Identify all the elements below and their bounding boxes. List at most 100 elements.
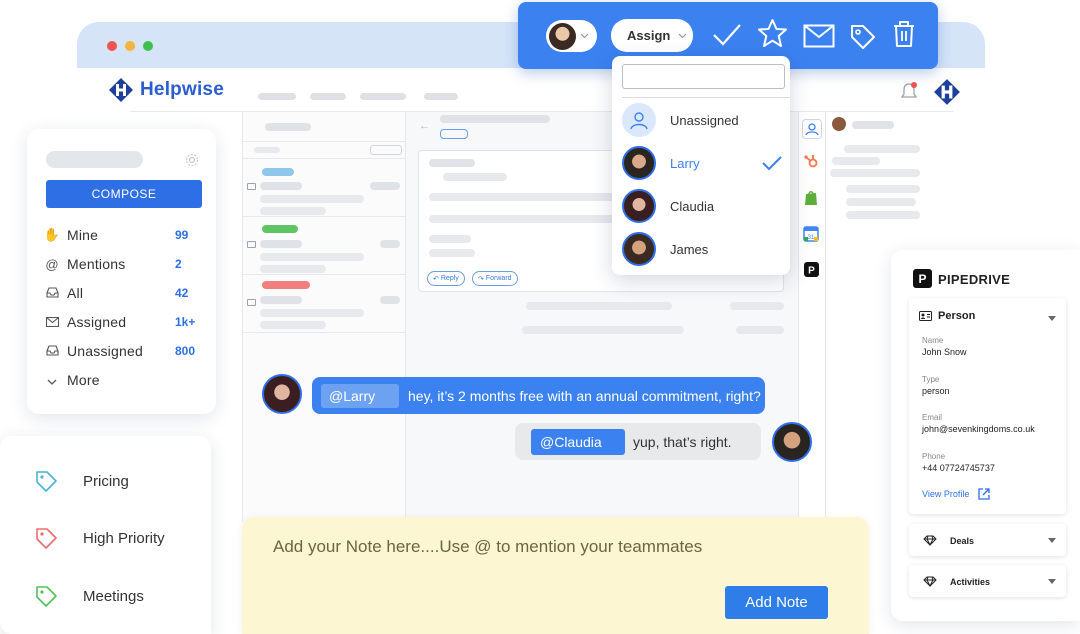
- person-section: Person Name John Snow Type person Email …: [909, 298, 1066, 514]
- diamond-icon: [923, 535, 937, 546]
- field-label: Name: [922, 336, 944, 345]
- nav-item-mentions[interactable]: @ Mentions 2: [43, 253, 203, 275]
- chat-message-text: yup, that’s right.: [633, 433, 732, 450]
- chevron-down-icon: [43, 373, 61, 388]
- assignee-search-input[interactable]: [622, 64, 785, 89]
- assign-option-unassigned[interactable]: Unassigned: [622, 102, 782, 138]
- avatar: [622, 146, 656, 180]
- assign-option-larry[interactable]: Larry: [622, 145, 782, 181]
- hand-icon: ✋: [43, 227, 61, 242]
- mail-icon[interactable]: [803, 24, 835, 48]
- field-label: Phone: [922, 452, 946, 461]
- header-menu-1[interactable]: [258, 93, 296, 100]
- assign-option-label: Unassigned: [670, 112, 739, 128]
- brand-name: Helpwise: [140, 79, 224, 100]
- nav-item-label: Mine: [67, 227, 99, 243]
- nav-item-assigned[interactable]: Assigned 1k+: [43, 311, 203, 333]
- internal-note-composer: Add your Note here....Use @ to mention y…: [242, 517, 869, 634]
- svg-text:P: P: [808, 266, 815, 277]
- window-close-dot[interactable]: [107, 41, 117, 51]
- header-menu-3[interactable]: [360, 93, 406, 100]
- field-value: +44 07724745737: [922, 463, 995, 473]
- user-placeholder-icon: [622, 103, 656, 137]
- reply-button[interactable]: ↶ Reply: [427, 271, 465, 286]
- list-item[interactable]: [242, 274, 406, 332]
- assign-option-james[interactable]: James: [622, 231, 782, 267]
- header-menu-2[interactable]: [310, 93, 346, 100]
- assignee-avatar-selector[interactable]: [546, 20, 597, 52]
- google-calendar-icon[interactable]: 31: [803, 226, 819, 242]
- settings-gear-icon[interactable]: [185, 153, 199, 167]
- nav-item-label: More: [67, 372, 100, 388]
- assign-option-label: Claudia: [670, 198, 715, 214]
- diamond-icon: [923, 576, 937, 587]
- field-value: John Snow: [922, 347, 967, 357]
- inbox-icon: [43, 286, 61, 301]
- nav-item-unassigned[interactable]: Unassigned 800: [43, 340, 203, 362]
- pipedrive-panel: P PIPEDRIVE Person Name John Snow Type p…: [891, 250, 1080, 621]
- tag-pricing[interactable]: Pricing: [34, 469, 129, 494]
- list-item[interactable]: [242, 216, 406, 274]
- hubspot-icon[interactable]: [803, 153, 819, 169]
- check-icon[interactable]: [712, 22, 742, 48]
- chevron-down-icon[interactable]: [1048, 316, 1056, 321]
- tag-icon: [36, 528, 57, 549]
- tag-meetings[interactable]: Meetings: [34, 584, 144, 609]
- add-note-button[interactable]: Add Note: [725, 586, 828, 619]
- mention-chip[interactable]: @Larry: [321, 383, 399, 408]
- nav-item-label: All: [67, 285, 84, 301]
- assign-option-label: Larry: [670, 155, 700, 171]
- view-profile-link[interactable]: View Profile: [922, 487, 991, 501]
- assign-dropdown-button[interactable]: Assign: [611, 19, 693, 52]
- tag-icon[interactable]: [850, 24, 876, 50]
- window-minimize-dot[interactable]: [125, 41, 135, 51]
- window-maximize-dot[interactable]: [143, 41, 153, 51]
- nav-item-all[interactable]: All 42: [43, 282, 203, 304]
- deals-section[interactable]: Deals: [909, 524, 1066, 556]
- tag-label: Meetings: [83, 588, 144, 605]
- notification-bell-icon[interactable]: [900, 82, 918, 102]
- assign-option-claudia[interactable]: Claudia: [622, 188, 782, 224]
- brand-logo[interactable]: Helpwise: [108, 77, 224, 103]
- avatar: [622, 189, 656, 223]
- field-value: john@sevenkingdoms.co.uk: [922, 424, 1035, 434]
- activities-label: Activities: [950, 577, 991, 587]
- star-icon[interactable]: [757, 18, 788, 48]
- person-section-title: Person: [938, 310, 976, 322]
- contact-icon[interactable]: [802, 119, 822, 139]
- nav-item-count: 1k+: [175, 315, 196, 329]
- assign-option-label: James: [670, 241, 709, 257]
- compose-button[interactable]: COMPOSE: [46, 180, 202, 208]
- nav-item-count: 800: [175, 344, 196, 358]
- tag-high-priority[interactable]: High Priority: [34, 526, 165, 551]
- activities-section[interactable]: Activities: [909, 565, 1066, 597]
- header-menu-4[interactable]: [424, 93, 458, 100]
- avatar-claudia: [262, 374, 302, 414]
- mailbox-selector[interactable]: [46, 151, 143, 168]
- assign-dropdown-menu: Unassigned Larry Claudia James: [612, 56, 790, 275]
- note-input[interactable]: Add your Note here....Use @ to mention y…: [273, 537, 702, 557]
- avatar: [622, 232, 656, 266]
- helpwise-logo-icon[interactable]: [933, 78, 961, 106]
- field-value: person: [922, 386, 950, 396]
- id-card-icon: [919, 311, 932, 321]
- trash-icon[interactable]: [892, 20, 916, 48]
- mailbox-nav-card: COMPOSE ✋ Mine 99 @ Mentions 2 All 42 As…: [27, 129, 216, 414]
- tag-label: High Priority: [83, 530, 165, 547]
- forward-label: Forward: [485, 275, 512, 282]
- mention-chip[interactable]: @Claudia: [531, 428, 625, 455]
- avatar-james: [772, 422, 812, 462]
- back-arrow-icon[interactable]: ←: [419, 120, 430, 132]
- forward-button[interactable]: ↷ Forward: [472, 271, 518, 286]
- shopify-icon[interactable]: [803, 189, 819, 207]
- chat-message-bubble: @Larry hey, it’s 2 months free with an a…: [312, 377, 765, 414]
- tags-card: Pricing High Priority Meetings: [0, 436, 211, 634]
- nav-item-mine[interactable]: ✋ Mine 99: [43, 224, 203, 246]
- deals-label: Deals: [950, 536, 975, 546]
- list-toolbar: [242, 141, 406, 158]
- list-item[interactable]: [242, 158, 406, 216]
- check-icon: [762, 155, 782, 170]
- nav-item-more[interactable]: More: [43, 369, 203, 391]
- pipedrive-icon[interactable]: P: [804, 262, 819, 277]
- nav-item-label: Unassigned: [67, 343, 143, 359]
